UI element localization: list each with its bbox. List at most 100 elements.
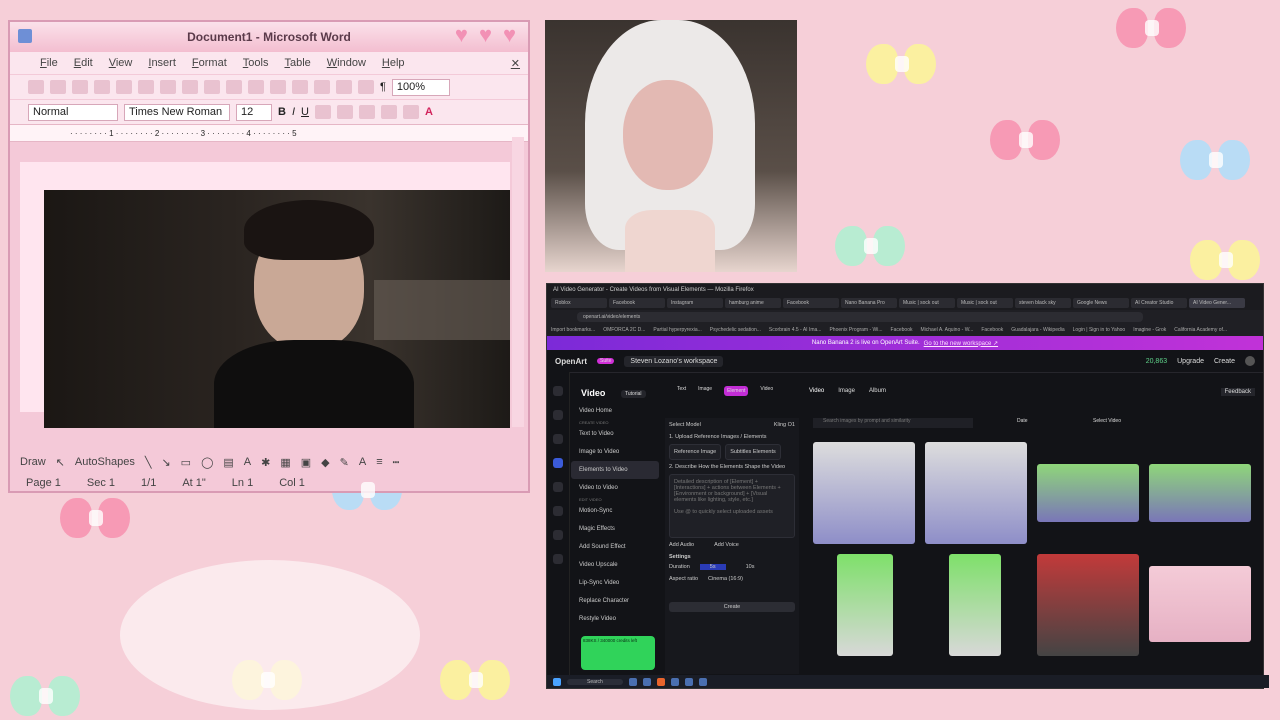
menu-video-upscale[interactable]: Video Upscale [571, 556, 659, 574]
workspace-selector[interactable]: Steven Lozano's workspace [624, 355, 724, 367]
print-preview-icon[interactable] [138, 80, 154, 94]
menu-image-to-video[interactable]: Image to Video [571, 443, 659, 461]
line-color-icon[interactable]: ✎ [340, 456, 349, 469]
doc-close-icon[interactable]: ✕ [511, 57, 520, 70]
rectangle-icon[interactable]: ▭ [181, 456, 191, 469]
menu-motion-sync[interactable]: Motion-Sync [571, 502, 659, 520]
bookmark-item[interactable]: Scorbrain 4.5 - AI Ima... [769, 327, 822, 333]
tab-video[interactable]: Video [809, 388, 824, 396]
gallery-thumbnail[interactable] [1037, 554, 1139, 656]
tutorial-button[interactable]: Tutorial [621, 390, 646, 398]
taskbar-search[interactable]: Search [567, 678, 623, 685]
highlight-icon[interactable] [402, 105, 419, 119]
font-size-select[interactable]: 12 [236, 103, 272, 121]
bookmark-item[interactable]: Partial hyperpyrexia... [653, 327, 701, 333]
draw-menu[interactable]: Draw [20, 456, 46, 468]
nav-video-icon[interactable] [553, 458, 563, 468]
mode-element[interactable]: Element [724, 386, 749, 396]
maximize-button[interactable] [479, 22, 497, 48]
gallery-thumbnail[interactable] [1149, 566, 1251, 642]
autoshapes-menu[interactable]: AutoShapes [75, 456, 135, 468]
menu-lip-sync-video[interactable]: Lip-Sync Video [571, 574, 659, 592]
openart-logo[interactable]: OpenArt [555, 357, 587, 366]
mode-image[interactable]: Image [698, 386, 712, 396]
underline-button[interactable]: U [301, 106, 309, 118]
taskbar-app-icon[interactable] [684, 677, 693, 686]
bookmark-item[interactable]: Import bookmarks... [551, 327, 595, 333]
gallery-search[interactable]: Search images by prompt and similarity [813, 418, 973, 428]
bookmark-item[interactable]: Michael A. Aquino - W... [921, 327, 974, 333]
nav-home-icon[interactable] [553, 386, 563, 396]
select-objects-icon[interactable]: ↖ [56, 456, 65, 469]
menu-edit[interactable]: Edit [74, 57, 93, 69]
browser-tab[interactable]: Music | sock out [957, 298, 1013, 308]
paste-icon[interactable] [248, 80, 264, 94]
line-icon[interactable]: ╲ [145, 456, 152, 469]
italic-button[interactable]: I [292, 106, 295, 118]
firefox-icon[interactable] [656, 677, 665, 686]
align-left-icon[interactable] [314, 105, 331, 119]
bookmark-item[interactable]: Facebook [981, 327, 1003, 333]
nav-more-icon[interactable] [553, 554, 563, 564]
justify-icon[interactable] [380, 105, 397, 119]
reference-image-upload[interactable]: Reference Image [669, 444, 722, 460]
tab-image[interactable]: Image [838, 388, 855, 396]
menu-table[interactable]: Table [284, 57, 310, 69]
browser-tab[interactable]: Google News [1073, 298, 1129, 308]
prompt-textarea[interactable]: Detailed description of [Element] + [Int… [669, 474, 795, 538]
menu-tools[interactable]: Tools [243, 57, 269, 69]
aspect-select[interactable]: Cinema (16:9) [708, 576, 743, 582]
picture-icon[interactable]: ▣ [301, 456, 311, 469]
select-video-button[interactable]: Select Video [1093, 418, 1121, 424]
menu-view[interactable]: View [109, 57, 133, 69]
bookmark-item[interactable]: Imagine - Grok [1133, 327, 1166, 333]
menu-window[interactable]: Window [327, 57, 366, 69]
gallery-thumbnail[interactable] [1037, 464, 1139, 522]
create-video-button[interactable]: Create [669, 602, 795, 612]
browser-tab[interactable]: Roblox [551, 298, 607, 308]
url-field[interactable]: openart.ai/video/elements [577, 312, 1143, 322]
mode-text[interactable]: Text [677, 386, 686, 396]
format-painter-icon[interactable] [270, 80, 286, 94]
menu-help[interactable]: Help [382, 57, 405, 69]
dash-style-icon[interactable]: ┅ [393, 456, 400, 469]
cut-icon[interactable] [204, 80, 220, 94]
align-right-icon[interactable] [358, 105, 375, 119]
new-icon[interactable] [28, 80, 44, 94]
vertical-scrollbar[interactable] [512, 137, 524, 427]
banner-link[interactable]: Go to the new workspace ↗ [924, 340, 998, 347]
browser-tab[interactable]: Facebook [609, 298, 665, 308]
nav-image-icon[interactable] [553, 482, 563, 492]
wordart-icon[interactable]: A [244, 456, 251, 468]
bold-button[interactable]: B [278, 106, 286, 118]
menu-add-sound-effect[interactable]: Add Sound Effect [571, 538, 659, 556]
clipart-icon[interactable]: ▦ [280, 456, 290, 469]
feedback-button[interactable]: Feedback [1220, 388, 1255, 396]
browser-tab[interactable]: hamburg anime [725, 298, 781, 308]
bookmark-item[interactable]: California Academy of... [1174, 327, 1227, 333]
fill-color-icon[interactable]: ◆ [321, 456, 329, 469]
duration-10s[interactable]: 10s [736, 564, 765, 570]
open-icon[interactable] [50, 80, 66, 94]
bookmark-item[interactable]: Facebook [891, 327, 913, 333]
align-center-icon[interactable] [336, 105, 353, 119]
minimize-button[interactable] [455, 22, 473, 48]
menu-magic-effects[interactable]: Magic Effects [571, 520, 659, 538]
print-icon[interactable] [116, 80, 132, 94]
mode-video[interactable]: Video [760, 386, 773, 396]
menu-file[interactable]: File [40, 57, 58, 69]
gallery-thumbnail[interactable] [949, 554, 1001, 656]
arrow-icon[interactable]: ↘ [161, 456, 170, 469]
add-voice-toggle[interactable]: Add Voice [714, 542, 739, 548]
browser-tab-active[interactable]: AI Video Gener... [1189, 298, 1245, 308]
nav-story-icon[interactable] [553, 434, 563, 444]
permission-icon[interactable] [94, 80, 110, 94]
line-style-icon[interactable]: ≡ [376, 456, 382, 468]
bookmark-item[interactable]: Login | Sign in to Yahoo [1073, 327, 1126, 333]
copy-icon[interactable] [226, 80, 242, 94]
save-icon[interactable] [72, 80, 88, 94]
menu-video-home[interactable]: Video Home [571, 402, 659, 420]
sort-select[interactable]: Date [1017, 418, 1028, 424]
gallery-thumbnail[interactable] [813, 442, 915, 544]
gallery-thumbnail[interactable] [1149, 464, 1251, 522]
